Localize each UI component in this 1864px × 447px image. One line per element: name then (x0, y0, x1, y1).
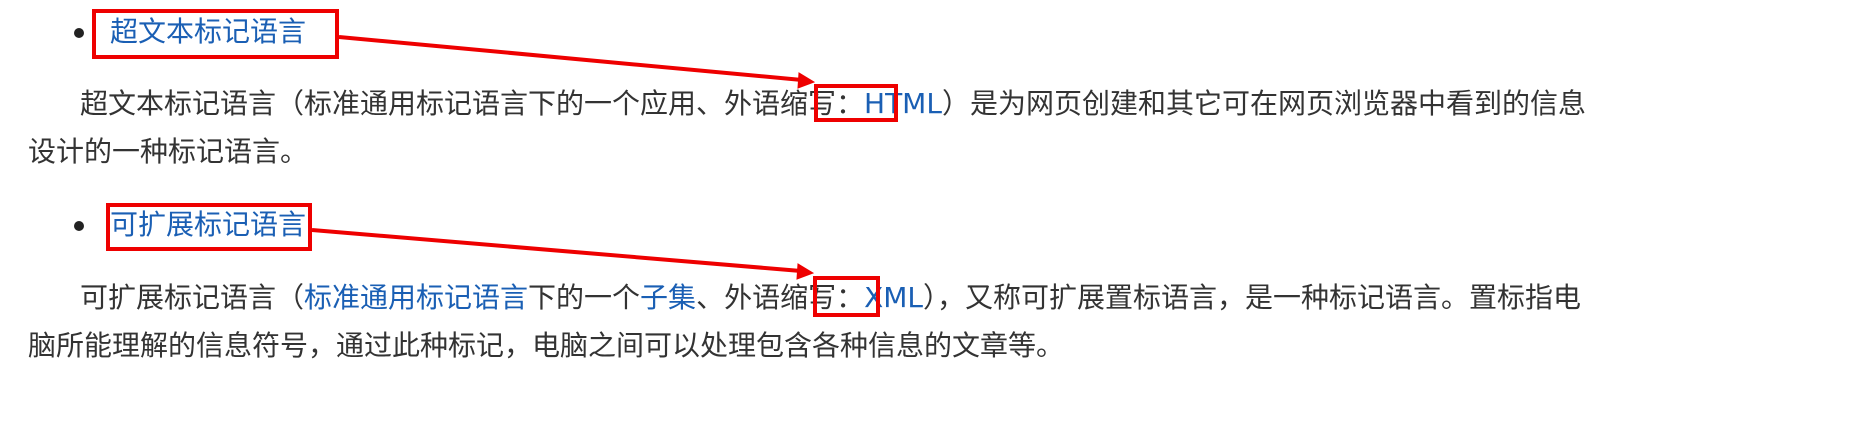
arrow-line-xml (311, 228, 802, 273)
annotation-arrows (311, 35, 816, 280)
arrowhead-html (797, 72, 816, 89)
arrow-line-html (338, 35, 803, 82)
arrow-html (338, 35, 816, 89)
page: 超文本标记语言 超文本标记语言（标准通用标记语言下的一个应用、外语缩写：HTML… (0, 0, 1864, 447)
arrowhead-xml (796, 263, 815, 280)
arrow-xml (311, 228, 815, 280)
